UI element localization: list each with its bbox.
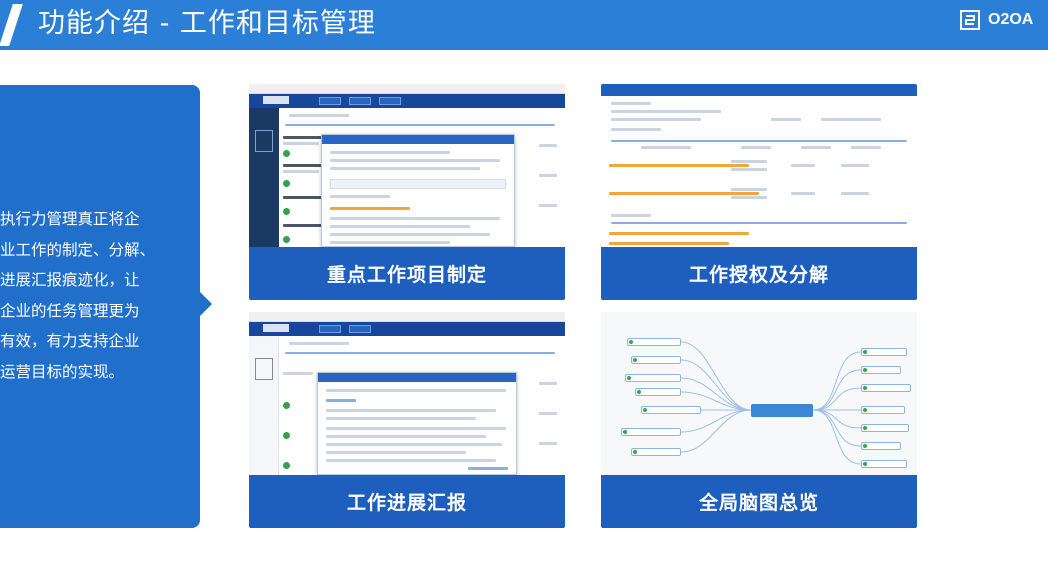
caption-authorization: 工作授权及分解 [601, 247, 917, 300]
o2oa-logo-icon [960, 10, 980, 30]
o2oa-logo: O2OA [960, 10, 1033, 30]
feature-card-progress-report[interactable]: 工作进展汇报 [249, 312, 565, 528]
caption-project-planning: 重点工作项目制定 [249, 247, 565, 300]
header-accent [0, 4, 23, 46]
feature-card-authorization[interactable]: 工作授权及分解 [601, 84, 917, 300]
screenshot-mindmap [601, 312, 917, 475]
intro-description: 执行力管理真正将企 业工作的制定、分解、 进展汇报痕迹化，让 企业的任务管理更为… [0, 210, 156, 381]
caption-mindmap: 全局脑图总览 [601, 475, 917, 528]
intro-pointer [198, 290, 212, 318]
feature-card-project-planning[interactable]: 重点工作项目制定 [249, 84, 565, 300]
caption-progress-report: 工作进展汇报 [249, 475, 565, 528]
page-title: 功能介绍 - 工作和目标管理 [38, 8, 376, 39]
screenshot-project-planning [249, 84, 565, 247]
logo-text: O2OA [988, 11, 1034, 28]
page-header: 功能介绍 - 工作和目标管理 O2OA [0, 0, 1048, 50]
intro-panel: 执行力管理真正将企 业工作的制定、分解、 进展汇报痕迹化，让 企业的任务管理更为… [0, 85, 212, 528]
screenshot-progress-report [249, 312, 565, 475]
feature-card-mindmap[interactable]: 全局脑图总览 [601, 312, 917, 528]
screenshot-authorization [601, 84, 917, 247]
